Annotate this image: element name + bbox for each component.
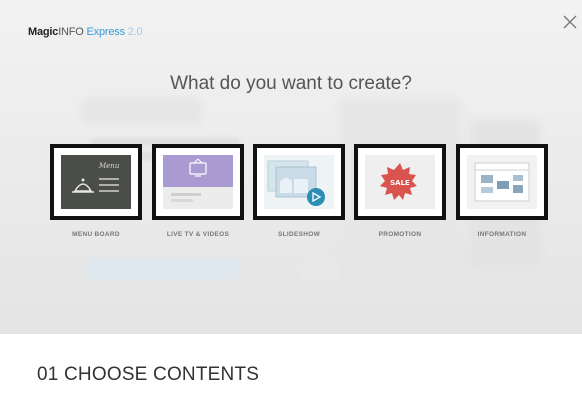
option-menu-board[interactable]: Menu MENU BOARD xyxy=(50,144,142,238)
close-icon xyxy=(563,15,577,29)
page-title: What do you want to create? xyxy=(170,73,412,94)
slideshow-icon xyxy=(264,155,334,209)
option-slideshow[interactable]: SLIDESHOW xyxy=(253,144,345,238)
info-board-icon xyxy=(467,155,537,209)
menu-board-thumbnail: Menu xyxy=(50,144,142,220)
logo-magic: Magic xyxy=(28,26,59,38)
option-label: SLIDESHOW xyxy=(277,231,321,238)
sale-badge-text: SALE xyxy=(390,179,410,187)
tv-icon xyxy=(163,155,233,209)
create-dialog: MagicINFO Express 2.0 What do you want t… xyxy=(0,0,582,408)
close-button[interactable] xyxy=(563,15,582,35)
slideshow-thumbnail xyxy=(253,144,345,220)
menu-board-thumb-text: Menu xyxy=(98,162,120,170)
logo-express: Express xyxy=(86,26,126,38)
information-thumbnail xyxy=(456,144,548,220)
promotion-thumbnail: SALE xyxy=(354,144,446,220)
option-label: PROMOTION xyxy=(378,231,422,238)
menu-board-icon: Menu xyxy=(61,155,131,209)
option-label: LIVE TV & VIDEOS xyxy=(166,231,230,238)
option-label: INFORMATION xyxy=(477,231,527,238)
logo-info: INFO xyxy=(58,26,84,38)
option-label: MENU BOARD xyxy=(72,231,120,238)
option-live-tv[interactable]: LIVE TV & VIDEOS xyxy=(152,144,244,238)
footer: 01 CHOOSE CONTENTS xyxy=(0,334,582,408)
option-promotion[interactable]: SALE PROMOTION xyxy=(354,144,446,238)
live-tv-thumbnail xyxy=(152,144,244,220)
option-information[interactable]: INFORMATION xyxy=(456,144,548,238)
logo-version: 2.0 xyxy=(127,26,143,38)
sale-badge-icon: SALE xyxy=(365,155,435,209)
app-logo: MagicINFO Express 2.0 xyxy=(28,26,143,38)
step-title: 01 CHOOSE CONTENTS xyxy=(37,364,260,385)
